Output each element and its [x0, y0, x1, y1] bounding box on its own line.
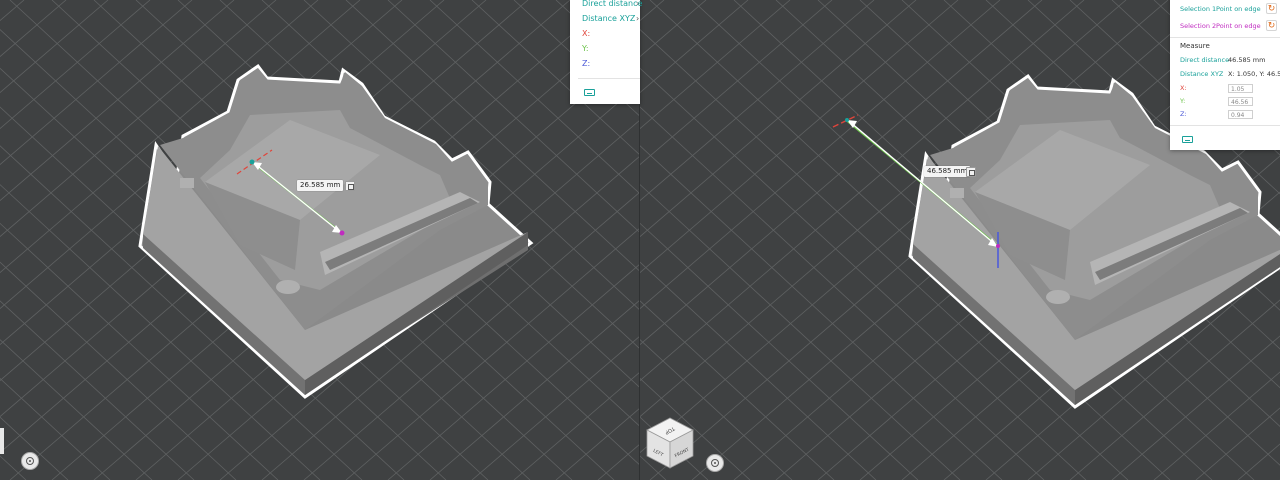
view-cube[interactable]: TOP LEFT FRONT	[643, 414, 697, 472]
distance-xyz-label[interactable]: Distance XYZ	[582, 14, 635, 23]
selection-2-value[interactable]: Point on edge	[1216, 22, 1261, 30]
reset-icon[interactable]: ↻	[1266, 20, 1277, 31]
z-value-field[interactable]: 0.94	[1228, 110, 1253, 119]
grid-line	[640, 0, 833, 166]
selection-point-1[interactable]	[845, 118, 849, 122]
distance-xyz-value: X: 1.050, Y: 46.564	[1228, 70, 1280, 78]
grid-line	[640, 222, 919, 480]
y-label: Y:	[1180, 97, 1186, 105]
x-label: X:	[582, 29, 591, 38]
z-label: Z:	[1180, 110, 1187, 118]
distance-label: 46.585 mm	[924, 166, 971, 177]
y-value-field[interactable]: 46.56	[1228, 97, 1253, 106]
grid-line	[640, 0, 749, 94]
grid-line	[640, 0, 875, 202]
standoff	[1046, 290, 1070, 304]
selection-point-2[interactable]	[996, 244, 1000, 248]
keyboard-icon[interactable]	[584, 89, 595, 96]
chevron-right-icon[interactable]: ›	[636, 14, 639, 23]
separator	[1170, 37, 1280, 38]
keyboard-icon[interactable]	[1182, 136, 1193, 143]
selection-point-2[interactable]	[339, 230, 345, 236]
measure-heading: Measure	[1180, 42, 1210, 50]
distance-label: 26.585 mm	[297, 180, 344, 191]
clip	[180, 178, 194, 188]
direct-distance-label[interactable]: Direct distance	[582, 0, 642, 8]
grid-line	[0, 0, 109, 94]
reset-icon[interactable]: ↻	[1266, 3, 1277, 14]
grid-line	[0, 339, 153, 480]
scene-left[interactable]	[0, 0, 640, 480]
direct-distance-value: 46.585 mm	[1228, 56, 1266, 64]
grid-line	[0, 0, 151, 130]
separator	[1170, 125, 1280, 126]
separator	[578, 78, 640, 79]
camera-focus-icon[interactable]	[706, 454, 724, 472]
y-label: Y:	[582, 44, 589, 53]
distance-xyz-label: Distance XYZ	[1180, 70, 1224, 78]
viewport-left[interactable]: 26.585 mm	[0, 0, 640, 480]
grid-line	[640, 339, 793, 480]
camera-focus-icon[interactable]	[21, 452, 39, 470]
selection-2-label: Selection 2	[1180, 22, 1217, 30]
selection-1-value[interactable]: Point on edge	[1216, 5, 1261, 13]
x-value-field[interactable]: 1.05	[1228, 84, 1253, 93]
selection-point-1[interactable]	[249, 159, 255, 165]
standoff	[276, 280, 300, 294]
measure-panel-right: Selection 1 Point on edge ↻ Selection 2 …	[1170, 0, 1280, 150]
copy-icon[interactable]	[345, 181, 355, 191]
measure-panel-left: Direct distance › Distance XYZ › X: Y: Z…	[570, 0, 642, 104]
z-label: Z:	[582, 59, 591, 68]
x-label: X:	[1180, 84, 1187, 92]
side-panel-tab[interactable]	[0, 428, 4, 454]
clip	[950, 188, 964, 198]
grid-line	[640, 261, 877, 480]
copy-icon[interactable]	[966, 167, 976, 177]
grid-line	[640, 0, 791, 130]
chevron-right-icon[interactable]: ›	[636, 0, 639, 8]
grid-line	[640, 300, 835, 480]
direct-distance-label: Direct distance	[1180, 56, 1230, 64]
selection-1-label: Selection 1	[1180, 5, 1217, 13]
